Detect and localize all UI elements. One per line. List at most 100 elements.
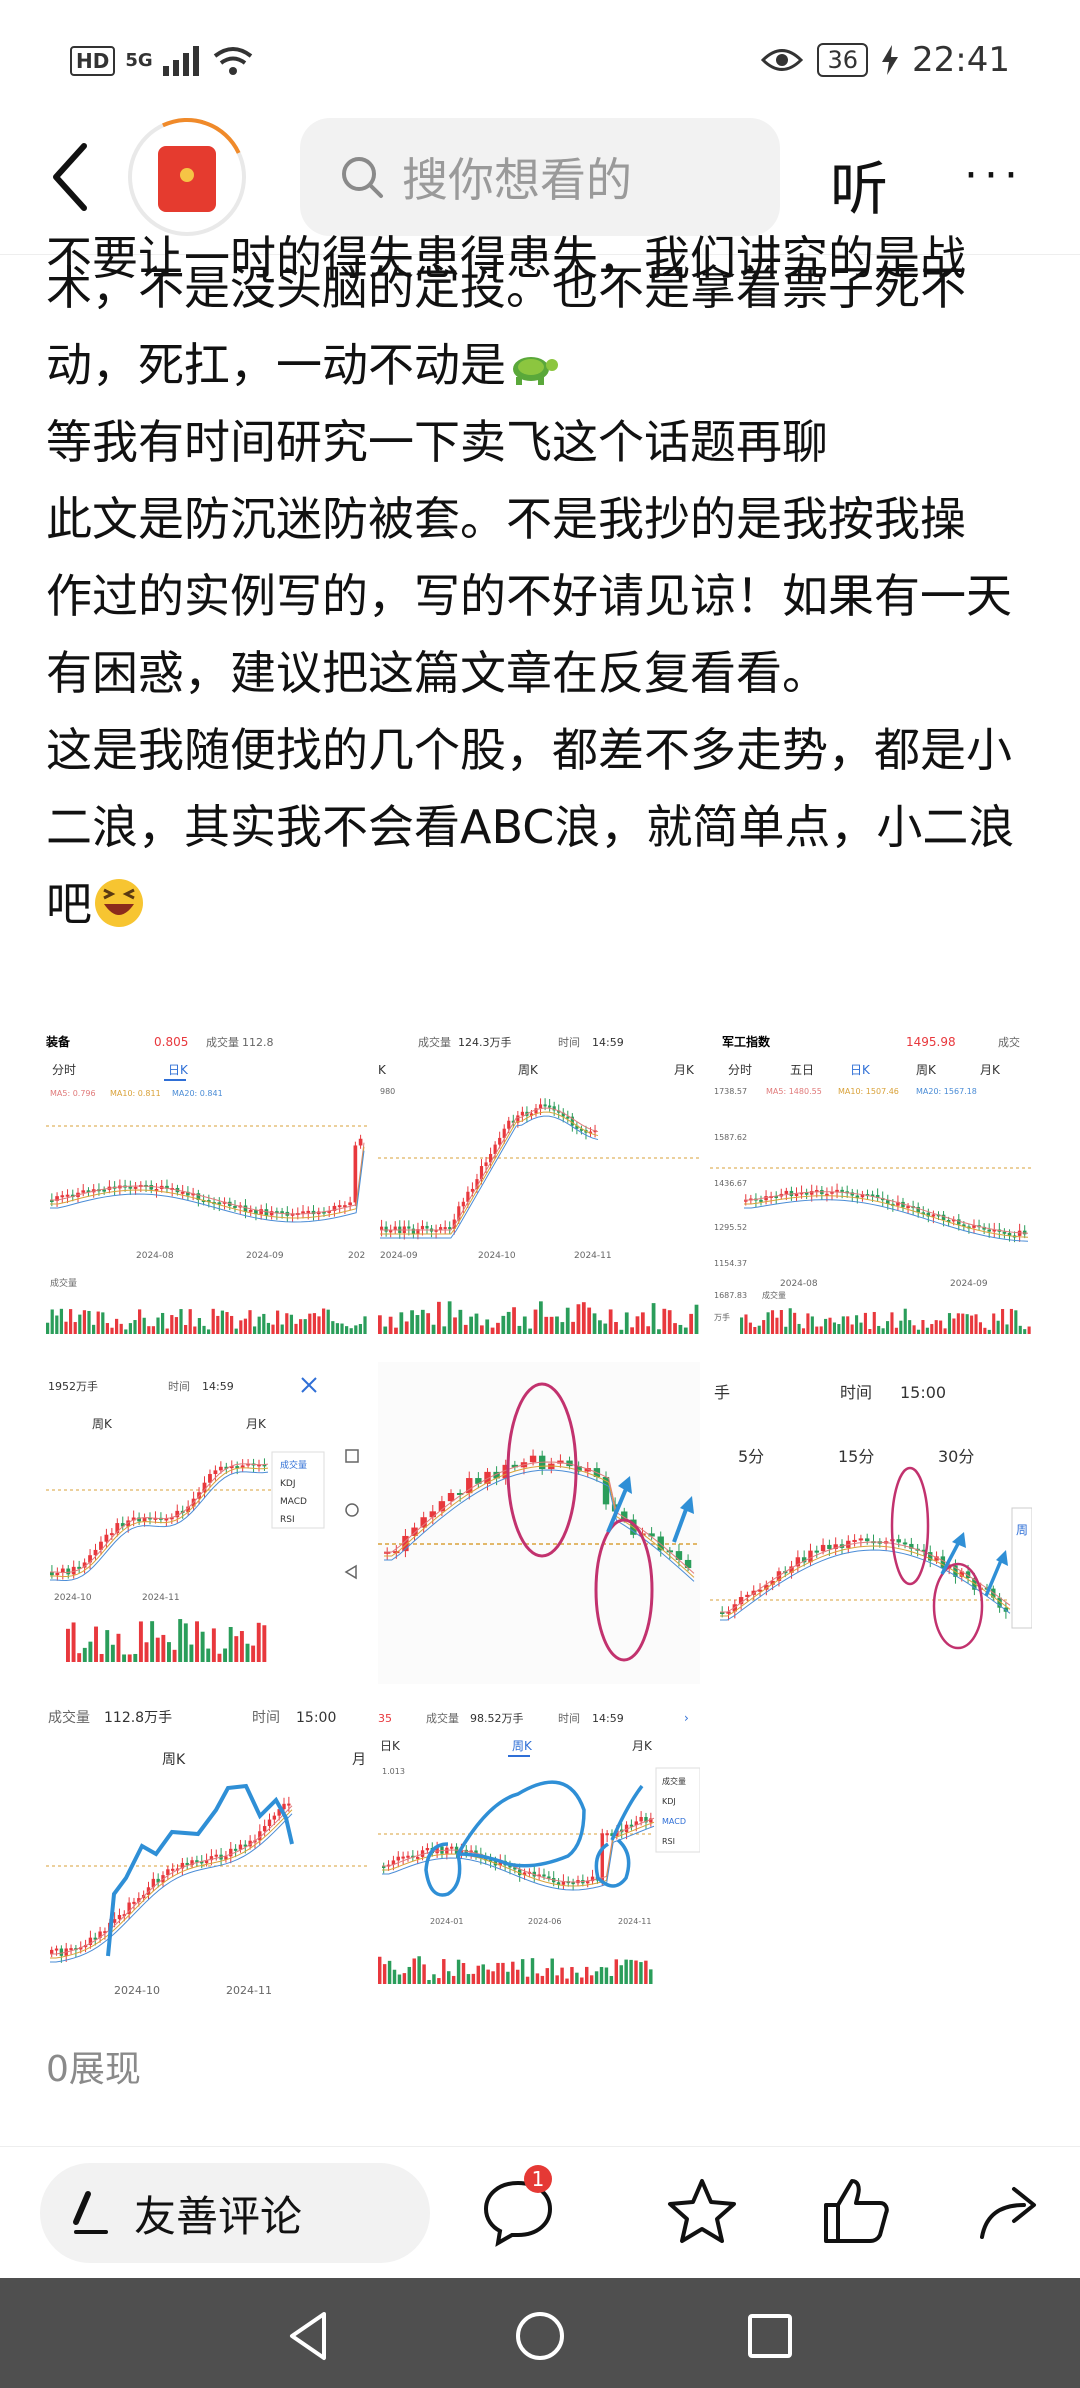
candle xyxy=(171,1868,175,1871)
volume-bar xyxy=(762,1320,766,1334)
volume-bar xyxy=(144,1642,149,1662)
chart-image-6[interactable]: 手 时间 15:00 5分 15分 30分 周 xyxy=(710,1362,1032,1684)
volume-bar xyxy=(544,1316,549,1334)
chart-image-7[interactable]: 成交量 112.8万手 时间 15:00 周K 月 2024-10 2024-1… xyxy=(46,1694,368,2016)
volume-bar xyxy=(570,1967,574,1984)
favorite-button[interactable] xyxy=(662,2171,742,2251)
volume-bar xyxy=(619,1329,624,1334)
search-bar[interactable]: 搜你想看的 xyxy=(300,118,780,236)
chart-image-8[interactable]: 35 成交量 98.52万手 时间 14:59 › 日K 周K 月K 1.013… xyxy=(378,1694,700,2016)
nav-back-icon[interactable] xyxy=(280,2306,340,2366)
volume-bar xyxy=(378,1315,382,1334)
volume-bar xyxy=(77,1653,82,1662)
volume-bar xyxy=(415,1315,420,1334)
volume-bar xyxy=(978,1322,983,1334)
candle xyxy=(931,1214,936,1217)
article-line-text: 吧 xyxy=(46,877,92,931)
volume-bar xyxy=(678,1324,683,1334)
chart-image-2[interactable]: 成交量 124.3万手 时间 14:59 K 周K 月K 980 2024-09… xyxy=(378,1030,700,1352)
candle xyxy=(180,1191,185,1194)
comment-input[interactable]: 友善评论 xyxy=(40,2163,430,2263)
candle xyxy=(784,1190,789,1194)
volume-bar xyxy=(46,1322,50,1334)
date-label: 2024-10 xyxy=(114,1984,160,1997)
candle xyxy=(906,1206,910,1209)
volume-bar xyxy=(402,1973,407,1984)
indicator-rsi: RSI xyxy=(280,1515,295,1525)
tab-daily-k: 日K xyxy=(380,1739,401,1753)
listen-button[interactable]: 听 xyxy=(830,142,888,226)
volume-bar xyxy=(775,1317,779,1334)
volume-bar xyxy=(859,1322,863,1334)
volume-bar xyxy=(55,1315,59,1334)
volume-bar xyxy=(266,1322,271,1334)
vol-unit: 万手 xyxy=(714,1312,730,1322)
nav-recents-icon[interactable] xyxy=(740,2306,800,2366)
candle xyxy=(128,1186,133,1189)
comment-placeholder: 友善评论 xyxy=(134,2191,303,2241)
share-button[interactable] xyxy=(972,2171,1052,2251)
volume-bar xyxy=(64,1321,68,1334)
stock-chart-2: 成交量 124.3万手 时间 14:59 K 周K 月K 980 2024-09… xyxy=(378,1035,700,1334)
volume-bar xyxy=(921,1320,925,1334)
volume-bars xyxy=(378,1301,699,1334)
candle xyxy=(498,1137,502,1145)
volume-bar xyxy=(96,1311,100,1334)
wifi-icon xyxy=(213,47,252,75)
like-button[interactable] xyxy=(816,2171,896,2251)
volume-bar xyxy=(431,1324,436,1334)
chart-image-5[interactable] xyxy=(378,1362,700,1684)
tab-daily-k: 日K xyxy=(168,1063,189,1077)
candle xyxy=(507,1120,511,1129)
volume-bar xyxy=(248,1310,252,1334)
date-label: 2024-08 xyxy=(136,1251,174,1261)
volume-bar xyxy=(619,1965,623,1984)
volume-bar xyxy=(101,1312,105,1334)
candle xyxy=(684,1559,692,1569)
volume-bar xyxy=(496,1322,500,1334)
chart-image-3[interactable]: 军工指数 1495.98 成交 分时 五日 日K 周K 月K 1738.57 M… xyxy=(710,1030,1032,1352)
volume-bar xyxy=(456,1959,461,1984)
volume-bar xyxy=(294,1323,298,1334)
volume-bar xyxy=(793,1312,797,1334)
moving-average-line xyxy=(50,1467,269,1577)
volume-bar xyxy=(594,1971,599,1984)
volume-bar xyxy=(442,1326,447,1334)
candle xyxy=(401,1856,405,1859)
volume-label: 成交量 xyxy=(48,1709,90,1726)
volume-bar xyxy=(903,1308,907,1334)
volume-bar xyxy=(349,1328,353,1334)
chart-image-4[interactable]: 1952万手 时间 14:59 周K 月K 成交量 KDJ MACD RSI 2… xyxy=(46,1362,368,1684)
back-arrow-icon[interactable] xyxy=(50,142,90,212)
volume-bar xyxy=(585,1966,589,1984)
volume-bar xyxy=(912,1325,916,1334)
volume-bar xyxy=(239,1631,244,1662)
volume-bar xyxy=(810,1316,814,1334)
candle xyxy=(149,1185,154,1190)
red-envelope-avatar[interactable] xyxy=(111,101,263,253)
nav-home-icon[interactable] xyxy=(510,2306,570,2366)
comment-button[interactable]: 1 xyxy=(478,2165,558,2251)
tab-monthly: 月 xyxy=(352,1752,366,1768)
volume-bar xyxy=(846,1316,850,1334)
volume-bar xyxy=(952,1318,956,1334)
volume-bar xyxy=(1001,1308,1005,1334)
volume-bar xyxy=(806,1313,810,1334)
volume-bar xyxy=(961,1313,965,1334)
volume-bar xyxy=(947,1313,952,1334)
volume-bar xyxy=(407,1966,412,1984)
candle xyxy=(358,1138,363,1146)
volume-bar xyxy=(819,1326,823,1334)
candle xyxy=(407,1226,411,1229)
volume-bar xyxy=(801,1328,806,1334)
chart-image-1[interactable]: 装备 0.805 成交量 112.8 分时 日K MA5: 0.796 MA10… xyxy=(46,1030,368,1352)
candle xyxy=(675,1551,683,1560)
volume-bar xyxy=(855,1315,859,1334)
more-button[interactable]: ··· xyxy=(964,154,1024,198)
candles xyxy=(50,1134,365,1223)
time-value: 15:00 xyxy=(900,1383,946,1402)
candles xyxy=(382,1811,655,1891)
candle xyxy=(218,1466,223,1471)
volume-bar xyxy=(565,1978,569,1984)
eye-icon xyxy=(761,49,804,71)
